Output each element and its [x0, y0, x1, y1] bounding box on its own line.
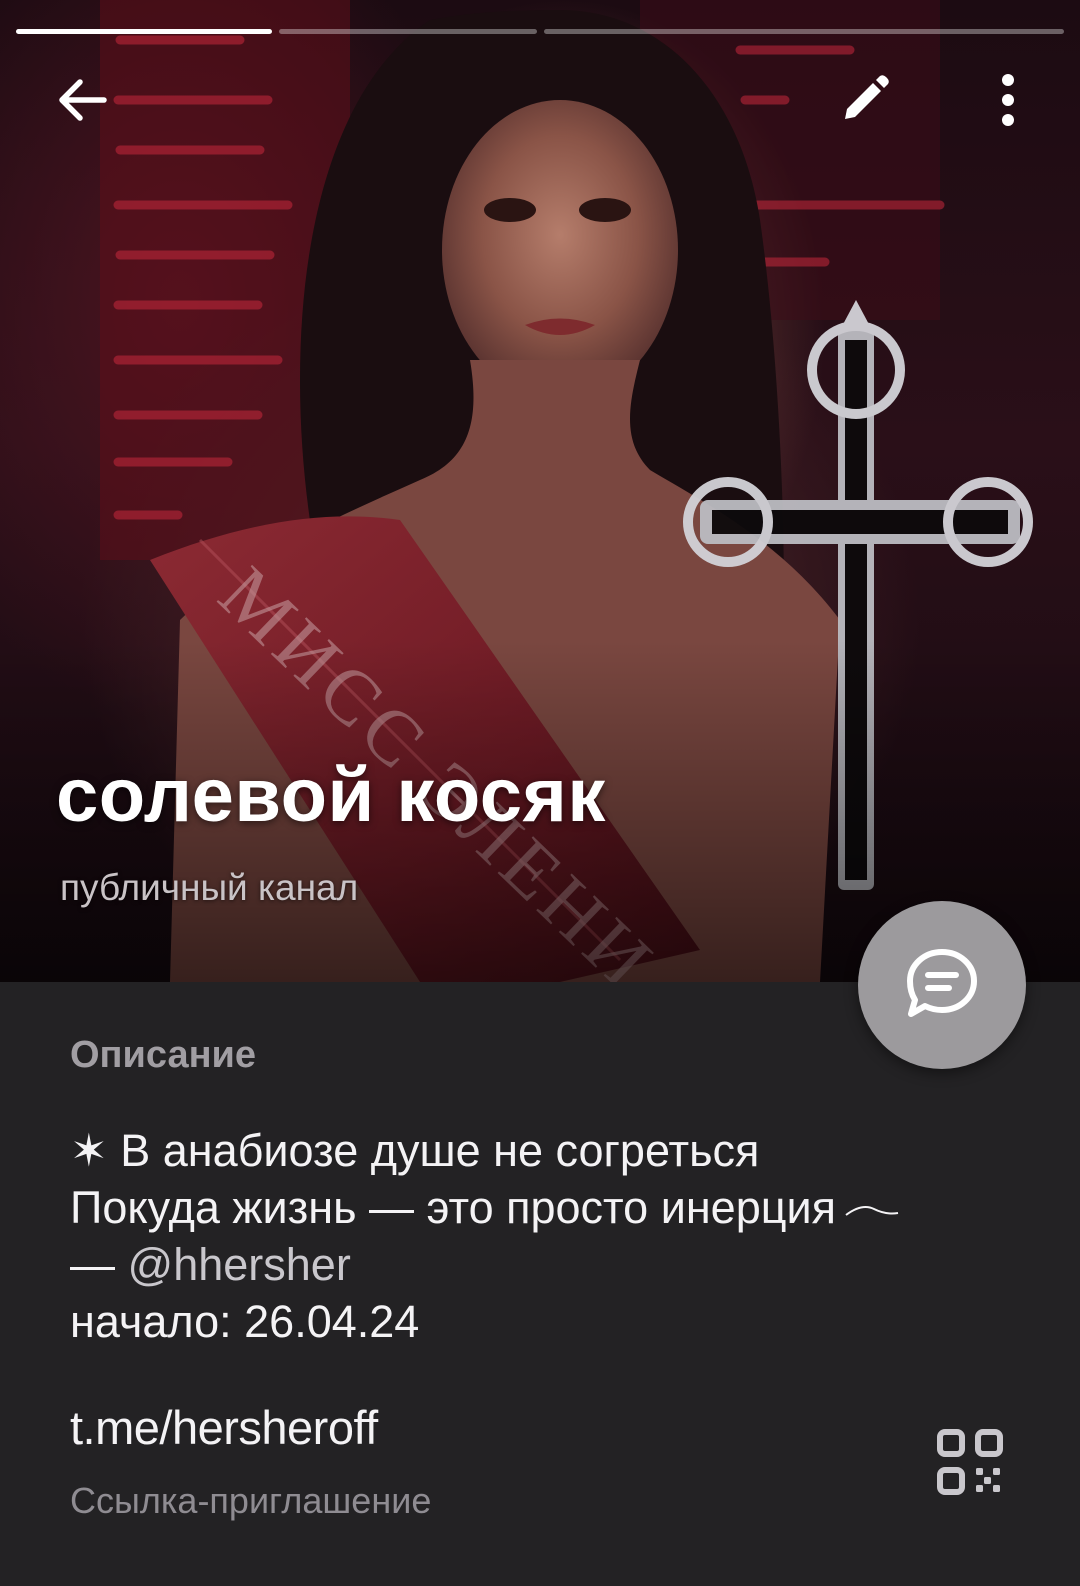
qr-code-icon[interactable]: [936, 1428, 1004, 1496]
mention-link[interactable]: @hhersher: [128, 1239, 351, 1290]
description-line-3: — @hhersher: [70, 1236, 1030, 1293]
story-progress-bar-1: [16, 29, 272, 34]
description-line-1: ✶ В анабиозе душе не согреться: [70, 1125, 760, 1176]
description-dash: —: [70, 1239, 128, 1290]
story-progress-bar-2: [279, 29, 537, 34]
discussion-button[interactable]: [858, 901, 1026, 1069]
tilde-decoration-icon: [845, 1206, 899, 1216]
more-options-button[interactable]: [968, 60, 1048, 140]
back-button[interactable]: [42, 60, 122, 140]
channel-subtitle: публичный канал: [60, 867, 359, 908]
description-line-2-text: Покуда жизнь — это просто инерция: [70, 1182, 837, 1233]
arrow-left-icon: [59, 79, 107, 121]
chat-bubble-icon: [907, 949, 977, 1017]
description-line-2: Покуда жизнь — это просто инерция: [70, 1179, 1030, 1236]
edit-button[interactable]: [824, 60, 904, 140]
channel-title: солевой косяк: [56, 753, 606, 838]
more-vertical-icon: [1002, 74, 1014, 126]
channel-photo: МИСС ЭЛЕНИ: [0, 0, 1080, 982]
story-progress-bar-3: [544, 29, 1064, 34]
channel-info-section: Описание ✶ В анабиозе душе не согреться …: [0, 982, 1080, 1586]
description-label: Описание: [70, 1034, 257, 1076]
invite-link[interactable]: t.me/hersheroff: [70, 1400, 378, 1455]
channel-description: ✶ В анабиозе душе не согреться Покуда жи…: [70, 1122, 1030, 1350]
description-line-4: начало: 26.04.24: [70, 1296, 420, 1347]
pencil-icon: [845, 75, 889, 119]
invite-link-caption: Ссылка-приглашение: [70, 1480, 432, 1521]
